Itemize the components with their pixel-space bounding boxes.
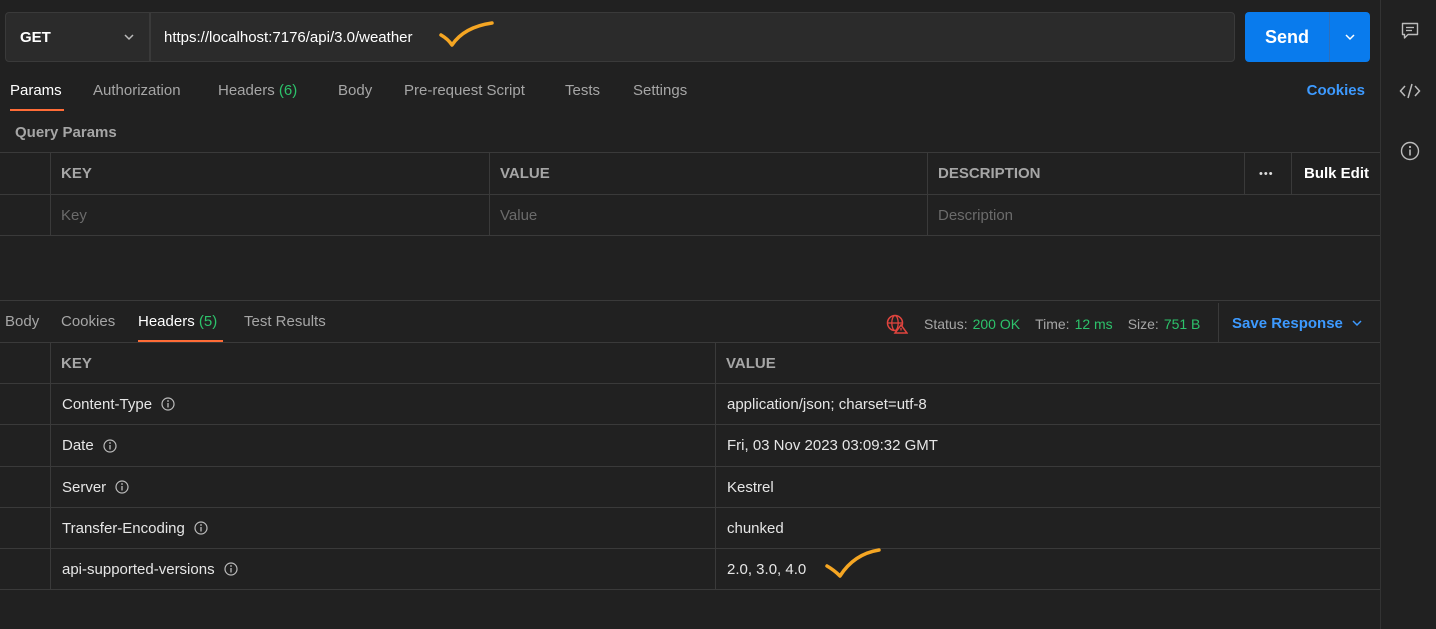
response-headers-count: (5): [198, 313, 218, 330]
header-value: Fri, 03 Nov 2023 03:09:32 GMT: [727, 437, 938, 454]
query-params-title: Query Params: [15, 124, 117, 141]
column-header-value: VALUE: [726, 354, 776, 372]
tab-body[interactable]: Body: [338, 82, 372, 99]
header-key: Date: [62, 437, 94, 454]
table-row: Server Kestrel: [0, 467, 1380, 508]
tab-authorization[interactable]: Authorization: [93, 82, 181, 99]
header-value: Kestrel: [727, 478, 774, 496]
globe-warning-icon[interactable]: [886, 314, 908, 334]
tab-tests[interactable]: Tests: [565, 82, 600, 99]
right-sidebar: [1380, 0, 1436, 629]
header-key-cell: Server: [51, 467, 129, 507]
comments-icon[interactable]: [1399, 20, 1421, 42]
header-key-cell: Transfer-Encoding: [51, 508, 208, 548]
chevron-down-icon: [1352, 320, 1362, 327]
time-value[interactable]: 12 ms: [1075, 316, 1113, 332]
url-input[interactable]: https://localhost:7176/api/3.0/weather: [150, 12, 1235, 62]
column-header-value: VALUE: [500, 165, 550, 182]
header-value: 2.0, 3.0, 4.0: [727, 560, 807, 578]
info-icon[interactable]: [115, 480, 129, 494]
table-row: Date Fri, 03 Nov 2023 03:09:32 GMT: [0, 425, 1380, 467]
header-key-cell: api-supported-versions: [51, 549, 238, 589]
tab-response-cookies[interactable]: Cookies: [61, 313, 115, 330]
save-response-button[interactable]: Save Response: [1218, 303, 1363, 343]
code-icon[interactable]: [1399, 80, 1421, 102]
method-label: GET: [20, 28, 51, 46]
tab-pre-request-script[interactable]: Pre-request Script: [404, 82, 525, 99]
send-label: Send: [1264, 26, 1309, 47]
info-icon[interactable]: [194, 521, 208, 535]
header-value: application/json; charset=utf-8: [727, 395, 927, 413]
table-row: Content-Type application/json; charset=u…: [0, 384, 1380, 425]
tab-test-results[interactable]: Test Results: [244, 313, 326, 330]
time-label: Time:: [1035, 316, 1070, 332]
info-icon[interactable]: [223, 562, 238, 576]
url-bar: GET https://localhost:7176/api/3.0/weath…: [5, 12, 1235, 62]
column-header-key: KEY: [61, 165, 92, 182]
column-header-key: KEY: [61, 354, 92, 372]
tab-settings[interactable]: Settings: [633, 82, 687, 99]
header-key-cell: Content-Type: [51, 384, 175, 424]
table-row: Key Value Description: [0, 195, 1380, 236]
tab-response-headers[interactable]: Headers (5): [138, 313, 217, 330]
info-icon[interactable]: [1399, 140, 1421, 162]
annotation-checkmark: [439, 21, 494, 47]
header-key: Server: [62, 478, 107, 496]
chevron-down-icon: [1345, 34, 1355, 41]
send-options-button[interactable]: [1329, 12, 1370, 62]
response-headers-table: KEY VALUE Content-Type application/json;…: [0, 342, 1380, 590]
key-input[interactable]: Key: [50, 195, 489, 235]
send-button[interactable]: Send: [1245, 12, 1370, 62]
method-select[interactable]: GET: [5, 12, 150, 62]
header-key: api-supported-versions: [62, 560, 215, 578]
annotation-checkmark: [825, 548, 881, 578]
url-text: https://localhost:7176/api/3.0/weather: [164, 28, 413, 46]
tab-response-body[interactable]: Body: [5, 313, 39, 330]
value-input[interactable]: Value: [489, 195, 927, 235]
request-tabs: Params Authorization Headers (6) Body Pr…: [0, 76, 1380, 112]
headers-count: (6): [278, 82, 298, 99]
query-params-table: KEY VALUE DESCRIPTION ••• Bulk Edit Key …: [0, 152, 1380, 236]
table-row: api-supported-versions 2.0, 3.0, 4.0: [0, 549, 1380, 590]
response-status: Status: 200 OK Time: 12 ms Size: 751 B: [886, 314, 1215, 334]
more-options-button[interactable]: •••: [1248, 153, 1274, 194]
table-header-row: KEY VALUE DESCRIPTION ••• Bulk Edit: [0, 153, 1380, 195]
tab-active-indicator: [10, 109, 64, 111]
save-response-label: Save Response: [1232, 314, 1343, 332]
header-key: Content-Type: [62, 395, 153, 413]
status-value[interactable]: 200 OK: [973, 316, 1020, 332]
pane-divider[interactable]: [0, 300, 1380, 301]
size-value[interactable]: 751 B: [1164, 316, 1201, 332]
bulk-edit-button[interactable]: Bulk Edit: [1293, 153, 1369, 194]
header-key-cell: Date: [51, 425, 117, 466]
response-tabs: Body Cookies Headers (5) Test Results St…: [0, 303, 1380, 343]
info-icon[interactable]: [103, 438, 117, 453]
table-header-row: KEY VALUE: [0, 343, 1380, 384]
table-row: Transfer-Encoding chunked: [0, 508, 1380, 549]
header-value: chunked: [727, 519, 784, 537]
status-label: Status:: [924, 316, 968, 332]
description-input[interactable]: Description: [927, 195, 1367, 235]
size-label: Size:: [1127, 316, 1159, 332]
info-icon[interactable]: [161, 397, 175, 411]
request-pane: GET https://localhost:7176/api/3.0/weath…: [0, 0, 1380, 629]
tab-params[interactable]: Params: [10, 82, 62, 99]
cookies-link[interactable]: Cookies: [1307, 82, 1365, 99]
column-header-description: DESCRIPTION: [938, 165, 1041, 182]
chevron-down-icon: [124, 34, 134, 41]
tab-headers[interactable]: Headers (6): [218, 82, 297, 99]
header-key: Transfer-Encoding: [62, 519, 185, 537]
